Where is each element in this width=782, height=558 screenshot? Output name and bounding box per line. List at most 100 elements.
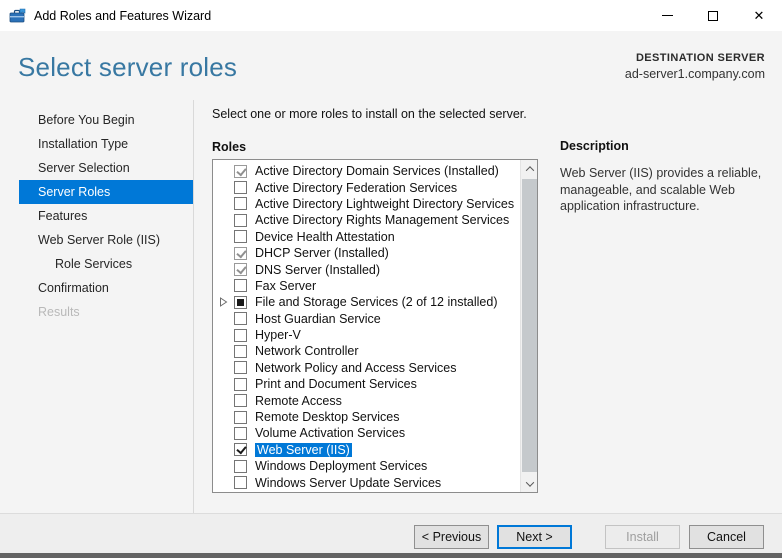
sidebar-item-features[interactable]: Features	[0, 204, 193, 228]
sidebar-item-confirmation[interactable]: Confirmation	[0, 276, 193, 300]
role-label: Hyper-V	[255, 328, 301, 343]
role-row-host-guardian-service[interactable]: Host Guardian Service	[213, 311, 519, 327]
sidebar-item-server-selection[interactable]: Server Selection	[0, 156, 193, 180]
minimize-button[interactable]	[644, 0, 690, 31]
role-checkbox-active-directory-lightweight-directory-services[interactable]	[234, 197, 247, 211]
role-row-active-directory-domain-services-installed[interactable]: Active Directory Domain Services (Instal…	[213, 163, 519, 179]
role-checkbox-host-guardian-service[interactable]	[234, 312, 247, 326]
previous-button[interactable]: < Previous	[414, 525, 489, 549]
role-row-web-server-iis[interactable]: Web Server (IIS)	[213, 442, 519, 458]
page-title: Select server roles	[18, 52, 238, 82]
role-row-dhcp-server-installed[interactable]: DHCP Server (Installed)	[213, 245, 519, 261]
cancel-button[interactable]: Cancel	[689, 525, 764, 549]
install-button[interactable]: Install	[605, 525, 680, 549]
role-checkbox-hyper-v[interactable]	[234, 328, 247, 342]
scrollbar-thumb[interactable]	[522, 179, 537, 472]
role-label: Active Directory Rights Management Servi…	[255, 213, 510, 228]
role-row-windows-server-update-services[interactable]: Windows Server Update Services	[213, 474, 519, 490]
role-label: Network Controller	[255, 344, 359, 359]
scroll-down-icon[interactable]	[521, 475, 538, 492]
role-checkbox-device-health-attestation[interactable]	[234, 230, 247, 244]
role-checkbox-active-directory-federation-services[interactable]	[234, 181, 247, 195]
role-label: Device Health Attestation	[255, 229, 395, 244]
role-row-dns-server-installed[interactable]: DNS Server (Installed)	[213, 261, 519, 277]
role-row-file-and-storage-services-2-of-12-installed[interactable]: File and Storage Services (2 of 12 insta…	[213, 294, 519, 310]
role-checkbox-file-and-storage-services-2-of-12-installed[interactable]	[234, 295, 247, 309]
roles-list-label: Roles	[212, 140, 247, 154]
roles-listbox: Active Directory Domain Services (Instal…	[212, 159, 538, 493]
scrollbar[interactable]	[520, 160, 537, 492]
role-row-active-directory-federation-services[interactable]: Active Directory Federation Services	[213, 179, 519, 195]
role-checkbox-remote-desktop-services[interactable]	[234, 410, 247, 424]
role-row-print-and-document-services[interactable]: Print and Document Services	[213, 376, 519, 392]
instruction-text: Select one or more roles to install on t…	[212, 107, 527, 121]
role-label: Network Policy and Access Services	[255, 360, 457, 375]
role-checkbox-network-controller[interactable]	[234, 344, 247, 358]
role-checkbox-active-directory-rights-management-services[interactable]	[234, 213, 247, 227]
role-checkbox-network-policy-and-access-services[interactable]	[234, 361, 247, 375]
sidebar-item-installation-type[interactable]: Installation Type	[0, 132, 193, 156]
role-label: Active Directory Lightweight Directory S…	[255, 196, 515, 211]
role-row-windows-deployment-services[interactable]: Windows Deployment Services	[213, 458, 519, 474]
role-row-fax-server[interactable]: Fax Server	[213, 278, 519, 294]
role-label: Remote Access	[255, 393, 342, 408]
role-row-active-directory-lightweight-directory-services[interactable]: Active Directory Lightweight Directory S…	[213, 196, 519, 212]
footer-bar: < Previous Next > Install Cancel	[0, 513, 782, 554]
maximize-button[interactable]	[690, 0, 736, 31]
scroll-up-icon[interactable]	[521, 160, 538, 177]
role-row-network-policy-and-access-services[interactable]: Network Policy and Access Services	[213, 360, 519, 376]
title-bar: Add Roles and Features Wizard ✕	[0, 0, 782, 31]
role-label: Print and Document Services	[255, 377, 417, 392]
sidebar-item-web-server-role-iis[interactable]: Web Server Role (IIS)	[0, 228, 193, 252]
destination-server-label: DESTINATION SERVER	[635, 52, 765, 64]
role-checkbox-fax-server[interactable]	[234, 279, 247, 293]
role-checkbox-windows-server-update-services[interactable]	[234, 476, 247, 490]
sidebar-item-before-you-begin[interactable]: Before You Begin	[0, 108, 193, 132]
destination-server-block: DESTINATION SERVER ad-server1.company.co…	[625, 52, 765, 81]
role-label: Active Directory Domain Services (Instal…	[255, 164, 499, 179]
role-row-remote-access[interactable]: Remote Access	[213, 392, 519, 408]
role-checkbox-print-and-document-services[interactable]	[234, 377, 247, 391]
expander-icon[interactable]	[219, 296, 234, 308]
role-label: Web Server (IIS)	[255, 442, 352, 457]
role-checkbox-remote-access[interactable]	[234, 394, 247, 408]
sidebar-item-server-roles[interactable]: Server Roles	[19, 180, 193, 204]
server-manager-icon	[9, 8, 26, 24]
close-button[interactable]: ✕	[736, 0, 782, 31]
role-checkbox-web-server-iis[interactable]	[234, 443, 247, 457]
destination-server-name: ad-server1.company.com	[624, 67, 765, 81]
next-button[interactable]: Next >	[497, 525, 572, 549]
role-row-remote-desktop-services[interactable]: Remote Desktop Services	[213, 409, 519, 425]
role-row-volume-activation-services[interactable]: Volume Activation Services	[213, 425, 519, 441]
role-row-network-controller[interactable]: Network Controller	[213, 343, 519, 359]
role-label: Volume Activation Services	[255, 426, 406, 441]
role-row-device-health-attestation[interactable]: Device Health Attestation	[213, 229, 519, 245]
role-checkbox-dhcp-server-installed[interactable]	[234, 246, 247, 260]
role-checkbox-dns-server-installed[interactable]	[234, 263, 247, 277]
sidebar-item-role-services[interactable]: Role Services	[0, 252, 193, 276]
role-row-hyper-v[interactable]: Hyper-V	[213, 327, 519, 343]
role-checkbox-windows-deployment-services[interactable]	[234, 459, 247, 473]
sidebar-item-results: Results	[38, 305, 80, 319]
role-label: File and Storage Services (2 of 12 insta…	[255, 295, 498, 310]
close-icon: ✕	[753, 8, 765, 23]
role-label: Remote Desktop Services	[255, 410, 400, 425]
wizard-nav-sidebar: Before You Begin Installation Type Server …	[0, 108, 193, 324]
role-row-active-directory-rights-management-services[interactable]: Active Directory Rights Management Servi…	[213, 212, 519, 228]
role-checkbox-active-directory-domain-services-installed[interactable]	[234, 164, 247, 178]
role-checkbox-volume-activation-services[interactable]	[234, 426, 247, 440]
role-label: Windows Server Update Services	[255, 475, 442, 490]
